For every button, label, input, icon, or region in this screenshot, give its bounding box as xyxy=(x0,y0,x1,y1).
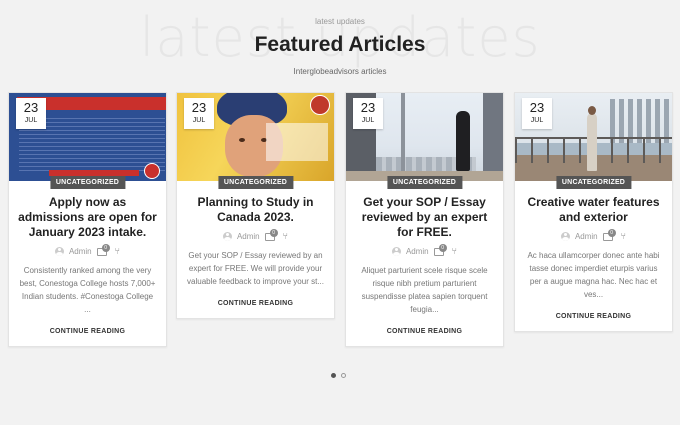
article-card[interactable]: 23 JUL UNCATEGORIZED Planning to Study i… xyxy=(176,92,335,319)
comment-icon[interactable]: 0 xyxy=(96,243,110,256)
continue-reading-link[interactable]: CONTINUE READING xyxy=(9,328,166,335)
continue-reading-link[interactable]: CONTINUE READING xyxy=(177,300,334,307)
comment-count: 0 xyxy=(438,243,447,252)
article-title[interactable]: Creative water features and exterior xyxy=(523,195,664,225)
date-day: 23 xyxy=(191,100,207,115)
article-thumbnail[interactable]: 23 JUL xyxy=(177,93,334,181)
date-month: JUL xyxy=(24,117,38,124)
date-day: 23 xyxy=(529,100,545,115)
section-header: latest updates latest updates Featured A… xyxy=(0,0,680,80)
article-thumbnail[interactable]: 23 JUL xyxy=(346,93,503,181)
section-title: Featured Articles xyxy=(254,33,426,56)
article-title[interactable]: Get your SOP / Essay reviewed by an expe… xyxy=(354,195,495,240)
share-icon[interactable]: ⑂ xyxy=(115,246,120,256)
article-card[interactable]: 23 JUL UNCATEGORIZED Get your SOP / Essa… xyxy=(345,92,504,347)
carousel-pagination xyxy=(331,373,346,378)
section-subtitle: Interglobeadvisors articles xyxy=(293,67,387,76)
article-thumbnail[interactable]: 23 JUL xyxy=(515,93,672,181)
article-title[interactable]: Planning to Study in Canada 2023. xyxy=(185,195,326,225)
article-excerpt: Aliquet parturient scele risque scele ri… xyxy=(361,266,488,314)
author-avatar-icon xyxy=(222,231,232,241)
date-badge: 23 JUL xyxy=(353,98,383,129)
article-title[interactable]: Apply now as admissions are open for Jan… xyxy=(17,195,158,240)
author-name[interactable]: Admin xyxy=(575,232,598,241)
pagination-dot-2[interactable] xyxy=(341,373,346,378)
date-badge: 23 JUL xyxy=(16,98,46,129)
comment-count: 0 xyxy=(607,228,616,237)
date-month: JUL xyxy=(530,117,544,124)
date-badge: 23 JUL xyxy=(522,98,552,129)
author-name[interactable]: Admin xyxy=(237,232,260,241)
continue-reading-link[interactable]: CONTINUE READING xyxy=(515,313,672,320)
comment-icon[interactable]: 0 xyxy=(433,243,447,256)
date-badge: 23 JUL xyxy=(184,98,214,129)
article-card[interactable]: 23 JUL UNCATEGORIZED Creative water feat… xyxy=(514,92,673,332)
share-icon[interactable]: ⑂ xyxy=(283,231,288,241)
comment-icon[interactable]: 0 xyxy=(264,228,278,241)
article-thumbnail[interactable]: 23 JUL xyxy=(9,93,166,181)
comment-icon[interactable]: 0 xyxy=(602,228,616,241)
article-meta: Admin 0 ⑂ xyxy=(177,228,334,242)
share-icon[interactable]: ⑂ xyxy=(452,246,457,256)
article-excerpt: Ac haca ullamcorper donec ante habi tass… xyxy=(527,251,660,299)
category-badge[interactable]: UNCATEGORIZED xyxy=(386,176,463,189)
article-card[interactable]: 23 JUL UNCATEGORIZED Apply now as admiss… xyxy=(8,92,167,347)
article-excerpt: Get your SOP / Essay reviewed by an expe… xyxy=(187,251,324,286)
category-badge[interactable]: UNCATEGORIZED xyxy=(217,176,294,189)
comment-count: 0 xyxy=(101,243,110,252)
author-avatar-icon xyxy=(560,231,570,241)
article-meta: Admin 0 ⑂ xyxy=(346,243,503,257)
author-avatar-icon xyxy=(54,246,64,256)
date-month: JUL xyxy=(192,117,206,124)
share-icon[interactable]: ⑂ xyxy=(621,231,626,241)
category-badge[interactable]: UNCATEGORIZED xyxy=(49,176,126,189)
author-name[interactable]: Admin xyxy=(69,247,92,256)
comment-count: 0 xyxy=(269,228,278,237)
header-eyebrow: latest updates xyxy=(315,17,365,26)
pagination-dot-1[interactable] xyxy=(331,373,336,378)
author-avatar-icon xyxy=(391,246,401,256)
date-day: 23 xyxy=(360,100,376,115)
article-meta: Admin 0 ⑂ xyxy=(9,243,166,257)
category-badge[interactable]: UNCATEGORIZED xyxy=(555,176,632,189)
date-day: 23 xyxy=(23,100,39,115)
date-month: JUL xyxy=(361,117,375,124)
article-meta: Admin 0 ⑂ xyxy=(515,228,672,242)
continue-reading-link[interactable]: CONTINUE READING xyxy=(346,328,503,335)
article-excerpt: Consistently ranked among the very best,… xyxy=(19,266,156,314)
author-name[interactable]: Admin xyxy=(406,247,429,256)
